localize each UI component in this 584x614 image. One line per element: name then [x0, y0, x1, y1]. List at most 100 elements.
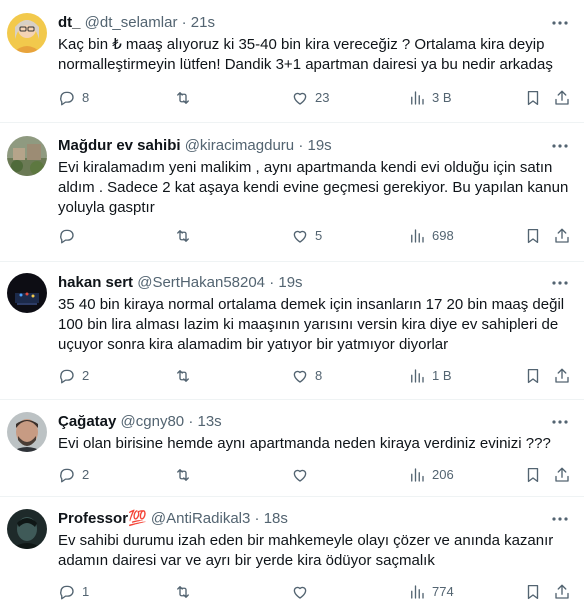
bookmark-icon: [527, 90, 539, 106]
like-button[interactable]: 8: [291, 366, 322, 386]
bookmark-button[interactable]: [524, 366, 542, 386]
tweet-header: Mağdur ev sahibi @kiracimagduru · 19s: [58, 136, 332, 156]
tweet[interactable]: dt_ @dt_selamlar · 21s Kaç bin ₺ maaş al…: [0, 0, 584, 123]
share-button[interactable]: [553, 88, 571, 108]
more-horizontal-icon[interactable]: [550, 136, 570, 156]
timestamp[interactable]: 13s: [197, 413, 221, 430]
tweet[interactable]: Professor💯 @AntiRadikal3 · 18s Ev sahibi…: [0, 497, 584, 614]
like-button[interactable]: [291, 582, 315, 602]
bookmark-button[interactable]: [524, 88, 542, 108]
separator: ·: [298, 137, 304, 154]
user-handle[interactable]: @cgny80: [121, 413, 185, 430]
more-horizontal-icon[interactable]: [550, 412, 570, 432]
bookmark-button[interactable]: [524, 226, 542, 246]
tweet-header: Professor💯 @AntiRadikal3 · 18s: [58, 509, 288, 529]
view-count: 3 B: [432, 90, 452, 105]
reply-button[interactable]: 2: [58, 366, 89, 386]
like-heart-icon: [293, 469, 307, 482]
retweet-button[interactable]: [174, 226, 198, 246]
display-name[interactable]: hakan sert: [58, 274, 133, 291]
display-name[interactable]: Professor💯: [58, 510, 147, 527]
tweet[interactable]: Mağdur ev sahibi @kiracimagduru · 19s Ev…: [0, 123, 584, 262]
bookmark-icon: [527, 228, 539, 244]
like-button[interactable]: 5: [291, 226, 322, 246]
retweet-icon: [177, 469, 189, 481]
views-bar-chart-icon: [411, 91, 424, 105]
display-name[interactable]: Çağatay: [58, 413, 116, 430]
reply-count: 2: [82, 368, 90, 383]
share-icon: [555, 90, 569, 105]
retweet-button[interactable]: [174, 582, 198, 602]
like-button[interactable]: [291, 465, 315, 485]
views-button[interactable]: 206: [408, 465, 454, 485]
avatar-image: [7, 136, 47, 176]
tweet-actions: 5 698: [58, 226, 574, 246]
separator: ·: [254, 510, 260, 527]
tweet-actions: 1 774: [58, 582, 574, 602]
user-handle[interactable]: @AntiRadikal3: [151, 510, 250, 527]
reply-button[interactable]: 2: [58, 465, 89, 485]
share-button[interactable]: [553, 226, 571, 246]
display-name[interactable]: dt_: [58, 14, 81, 31]
tweet-actions: 2 206: [58, 465, 574, 485]
views-button[interactable]: 1 B: [408, 366, 452, 386]
like-button[interactable]: 23: [291, 88, 329, 108]
avatar[interactable]: [7, 13, 47, 53]
more-horizontal-icon[interactable]: [550, 13, 570, 33]
avatar-image: [7, 13, 47, 53]
share-button[interactable]: [553, 465, 571, 485]
user-handle[interactable]: @SertHakan58204: [137, 274, 265, 291]
like-count: 5: [315, 228, 323, 243]
view-count: 206: [432, 467, 454, 482]
tweet-actions: 8 23 3 B: [58, 88, 574, 108]
reply-icon: [60, 91, 74, 106]
avatar[interactable]: [7, 273, 47, 313]
share-icon: [555, 368, 569, 383]
tweet-text: Evi olan birisine hemde aynı apartmanda …: [58, 435, 551, 452]
share-button[interactable]: [553, 582, 571, 602]
tweet[interactable]: Çağatay @cgny80 · 13s Evi olan birisine …: [0, 400, 584, 497]
views-button[interactable]: 3 B: [408, 88, 452, 108]
display-name[interactable]: Mağdur ev sahibi: [58, 137, 181, 154]
share-icon: [555, 467, 569, 482]
more-horizontal-icon[interactable]: [550, 273, 570, 293]
reply-button[interactable]: [58, 226, 82, 246]
separator: ·: [188, 413, 194, 430]
reply-icon: [60, 229, 74, 244]
views-button[interactable]: 698: [408, 226, 454, 246]
retweet-button[interactable]: [174, 366, 198, 386]
views-bar-chart-icon: [411, 229, 424, 243]
reply-count: 1: [82, 584, 90, 599]
separator: ·: [181, 14, 187, 31]
reply-button[interactable]: 8: [58, 88, 89, 108]
timestamp[interactable]: 18s: [264, 510, 288, 527]
retweet-button[interactable]: [174, 88, 198, 108]
bookmark-icon: [527, 584, 539, 600]
more-horizontal-icon[interactable]: [550, 509, 570, 529]
tweet-header: Çağatay @cgny80 · 13s: [58, 412, 222, 432]
user-handle[interactable]: @dt_selamlar: [85, 14, 178, 31]
avatar[interactable]: [7, 136, 47, 176]
reply-button[interactable]: 1: [58, 582, 89, 602]
tweet[interactable]: hakan sert @SertHakan58204 · 19s 35 40 b…: [0, 262, 584, 400]
tweet-text: Kaç bin ₺ maaş alıyoruz ki 35-40 bin kir…: [58, 36, 553, 73]
timestamp[interactable]: 19s: [278, 274, 302, 291]
retweet-icon: [177, 586, 189, 598]
timestamp[interactable]: 19s: [307, 137, 331, 154]
views-bar-chart-icon: [411, 585, 424, 599]
views-bar-chart-icon: [411, 369, 424, 383]
tweet-feed: dt_ @dt_selamlar · 21s Kaç bin ₺ maaş al…: [0, 0, 584, 614]
avatar-image: [7, 412, 47, 452]
retweet-button[interactable]: [174, 465, 198, 485]
user-handle[interactable]: @kiracimagduru: [185, 137, 294, 154]
avatar[interactable]: [7, 509, 47, 549]
bookmark-button[interactable]: [524, 582, 542, 602]
share-button[interactable]: [553, 366, 571, 386]
like-heart-icon: [293, 586, 307, 599]
avatar[interactable]: [7, 412, 47, 452]
timestamp[interactable]: 21s: [191, 14, 215, 31]
bookmark-button[interactable]: [524, 465, 542, 485]
views-button[interactable]: 774: [408, 582, 454, 602]
tweet-header: hakan sert @SertHakan58204 · 19s: [58, 273, 303, 293]
bookmark-icon: [527, 467, 539, 483]
